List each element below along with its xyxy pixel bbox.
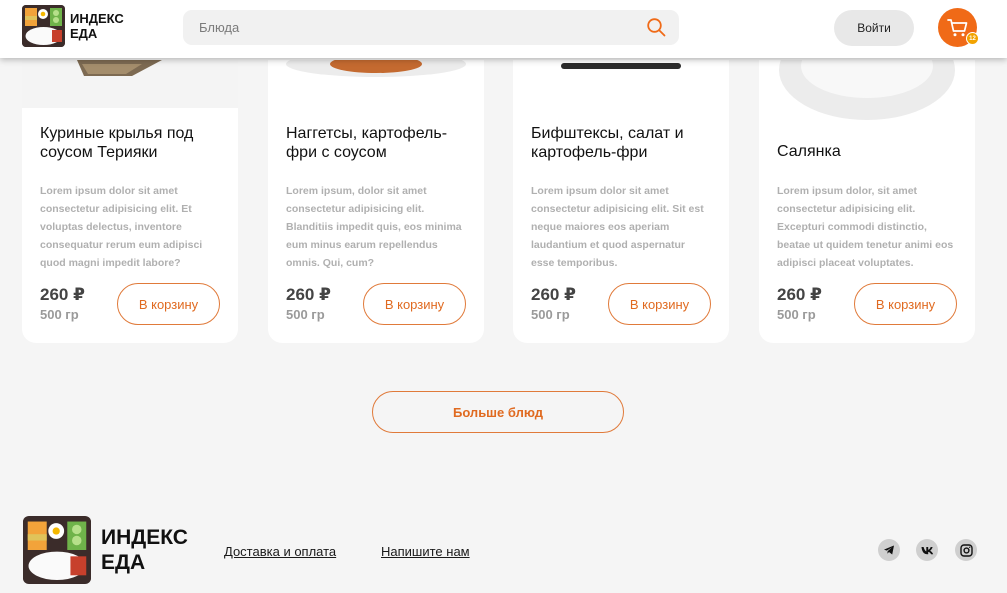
product-title: Наггетсы, картофель-фри с соусом (286, 125, 448, 161)
product-weight: 500 гр (286, 307, 325, 322)
footer-link-contact[interactable]: Напишите нам (381, 544, 470, 559)
search-icon[interactable] (646, 17, 666, 37)
add-to-cart-button[interactable]: В корзину (117, 283, 220, 325)
cart-button[interactable]: 12 (938, 8, 979, 47)
product-price: 260 ₽ (531, 285, 576, 304)
add-to-cart-button[interactable]: В корзину (854, 283, 957, 325)
product-weight: 500 гр (777, 307, 816, 322)
cart-icon (946, 18, 967, 36)
bento-logo-icon (22, 5, 65, 47)
product-weight: 500 гр (531, 307, 570, 322)
product-price: 260 ₽ (777, 285, 822, 304)
footer-logo-text: ИНДЕКС ЕДА (101, 525, 188, 575)
telegram-link[interactable] (878, 539, 900, 561)
vk-icon (921, 546, 933, 554)
product-card: Бифштексы, салат и картофель-фри Lorem i… (513, 60, 729, 343)
footer-link-delivery[interactable]: Доставка и оплата (224, 544, 336, 559)
header-logo[interactable]: ИНДЕКС ЕДА (22, 5, 124, 47)
product-image (268, 60, 484, 87)
search-bar (183, 10, 679, 45)
footer-logo[interactable]: ИНДЕКС ЕДА (23, 516, 188, 584)
footer-logo-line-2: ЕДА (101, 551, 146, 574)
site-header: ИНДЕКС ЕДА Войти 12 (0, 0, 1007, 58)
product-image (513, 60, 729, 70)
bento-logo-icon (23, 516, 91, 584)
add-to-cart-button[interactable]: В корзину (608, 283, 711, 325)
product-weight: 500 гр (40, 307, 79, 322)
more-dishes-button[interactable]: Больше блюд (372, 391, 624, 433)
product-description: Lorem ipsum dolor, sit amet consectetur … (777, 185, 954, 269)
cart-count-badge: 12 (966, 32, 979, 45)
product-price: 260 ₽ (40, 285, 85, 304)
instagram-icon (959, 543, 973, 557)
product-card: Наггетсы, картофель-фри с соусом Lorem i… (268, 60, 484, 343)
footer-logo-line-1: ИНДЕКС (101, 526, 188, 549)
product-image (759, 60, 975, 120)
instagram-link[interactable] (955, 539, 977, 561)
product-card: Салянка Lorem ipsum dolor, sit amet cons… (759, 60, 975, 343)
logo-line-2: ЕДА (70, 26, 98, 41)
search-input[interactable] (183, 10, 633, 45)
product-title: Куриные крылья под соусом Терияки (40, 125, 194, 161)
telegram-icon (884, 545, 894, 555)
product-description: Lorem ipsum dolor sit amet consectetur a… (40, 185, 203, 269)
product-image (22, 60, 238, 108)
product-title: Салянка (777, 143, 841, 160)
login-button[interactable]: Войти (834, 10, 914, 46)
product-title: Бифштексы, салат и картофель-фри (531, 125, 684, 161)
add-to-cart-button[interactable]: В корзину (363, 283, 466, 325)
product-description: Lorem ipsum, dolor sit amet consectetur … (286, 185, 462, 269)
product-card: Куриные крылья под соусом Терияки Lorem … (22, 60, 238, 343)
product-description: Lorem ipsum dolor sit amet consectetur a… (531, 185, 704, 269)
product-price: 260 ₽ (286, 285, 331, 304)
header-logo-text: ИНДЕКС ЕДА (70, 11, 124, 41)
vk-link[interactable] (916, 539, 938, 561)
logo-line-1: ИНДЕКС (70, 11, 124, 26)
